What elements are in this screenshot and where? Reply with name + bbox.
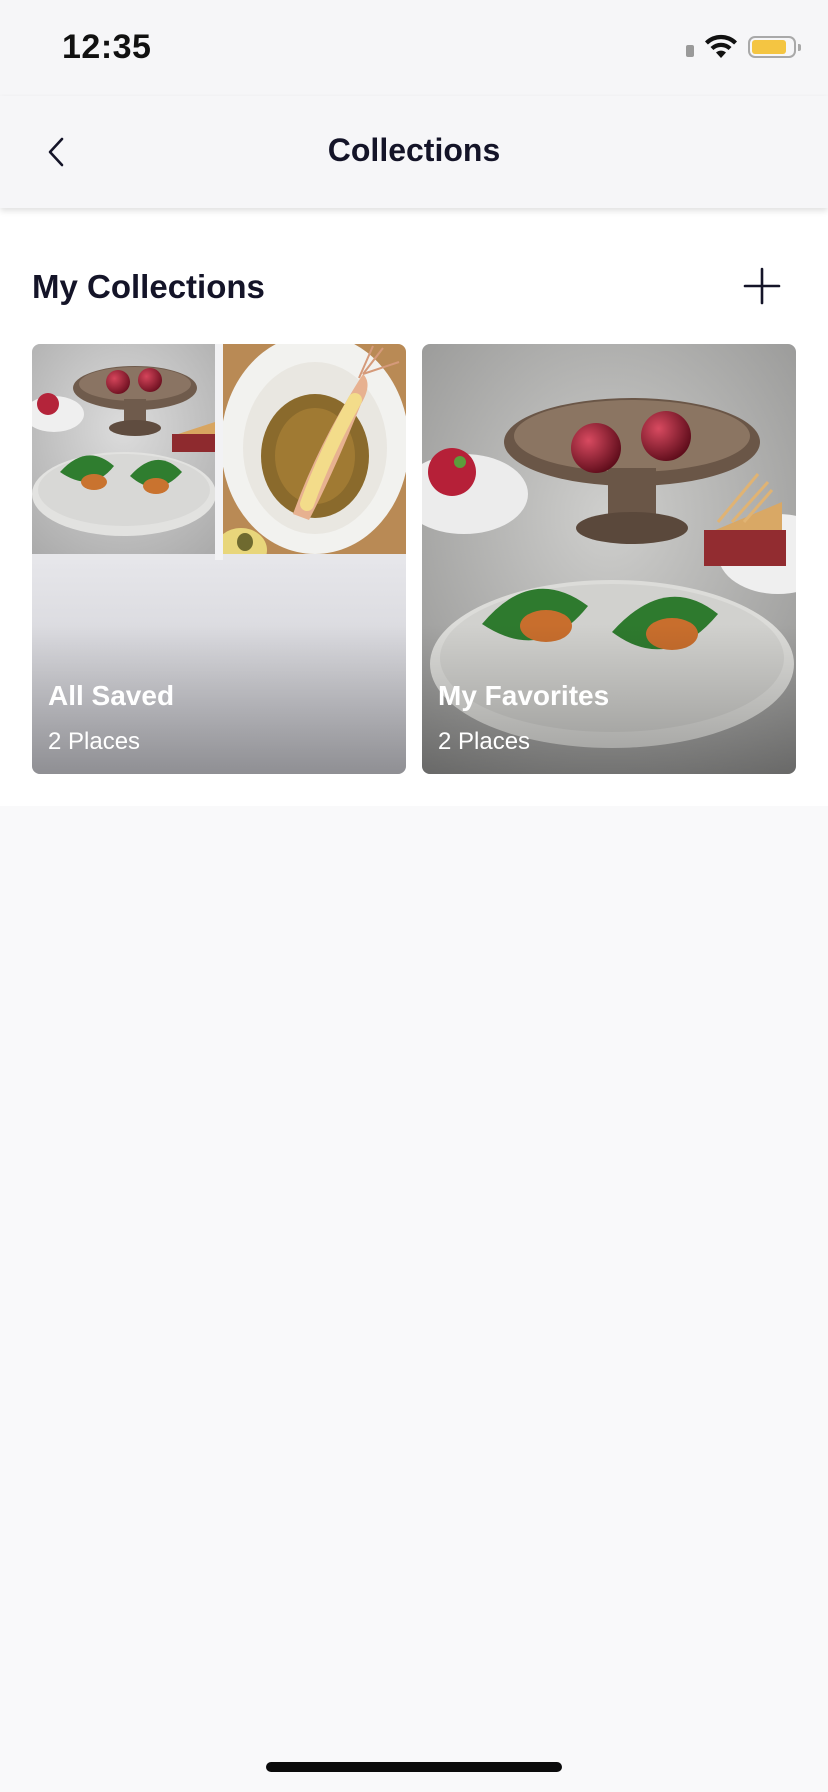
plus-icon [742, 266, 782, 306]
status-bar: 12:35 [0, 0, 828, 96]
collection-thumbnail [223, 344, 406, 554]
signal-icon [686, 45, 694, 57]
status-time: 12:35 [62, 28, 152, 66]
collection-name: All Saved [48, 680, 175, 711]
collection-card-all-saved[interactable]: All Saved 2 Places [32, 344, 406, 774]
collection-thumbnail [32, 344, 215, 554]
battery-fill [752, 40, 786, 54]
battery-tip [798, 44, 801, 51]
section-title: My Collections [32, 268, 265, 305]
home-indicator[interactable] [266, 1762, 562, 1772]
collection-name: My Favorites [438, 680, 610, 711]
navigation-bar: Collections [0, 96, 828, 208]
page-title: Collections [327, 132, 501, 168]
wifi-icon [704, 34, 738, 60]
collections-section: My Collections All Saved 2 Places My Fav… [0, 208, 828, 806]
add-collection-button[interactable] [742, 266, 782, 306]
collection-count: 2 Places [48, 728, 141, 755]
status-icons [686, 34, 801, 60]
battery-icon [748, 36, 801, 58]
collection-count: 2 Places [438, 728, 531, 755]
collection-card-my-favorites[interactable]: My Favorites 2 Places [422, 344, 796, 774]
